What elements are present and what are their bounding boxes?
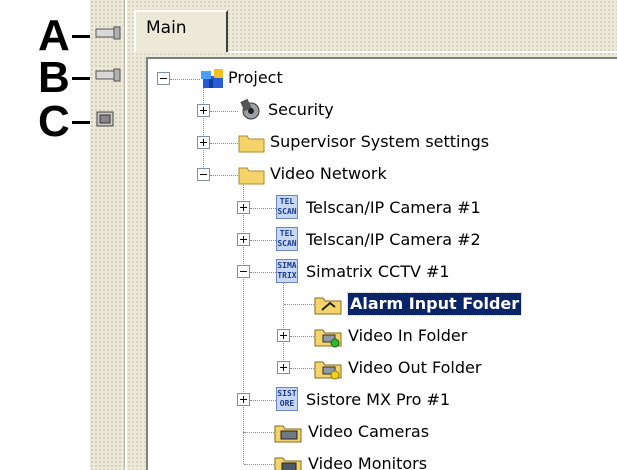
collapse-toggle[interactable] — [237, 265, 250, 278]
alarm-folder-icon — [314, 297, 342, 315]
video-monitors-folder-icon — [274, 457, 302, 470]
simatrix-icon: SIMA TRIX — [276, 259, 298, 283]
tab-strip-line — [228, 51, 617, 53]
expand-toggle[interactable] — [277, 361, 290, 374]
tab-main-label: Main — [146, 18, 187, 38]
annotation-line — [71, 76, 90, 80]
sistore-icon: SIST ORE — [276, 387, 298, 411]
tree-item-alarm-input-folder[interactable]: Alarm Input Folder — [346, 292, 523, 316]
annotation-letter-b: B — [38, 53, 70, 102]
annotation-line — [71, 34, 90, 38]
project-icon — [201, 69, 223, 88]
folder-icon — [238, 167, 265, 185]
video-out-folder-icon — [314, 361, 342, 380]
monitor-button-icon[interactable] — [96, 111, 114, 129]
tree-item-video-monitors[interactable]: Video Monitors — [308, 453, 427, 470]
annotation-letter-a: A — [38, 11, 70, 60]
tree-item-project[interactable]: Project — [228, 67, 283, 89]
expand-toggle[interactable] — [237, 393, 250, 406]
security-icon — [240, 98, 260, 120]
tree-item-telscan-1[interactable]: Telscan/IP Camera #1 — [306, 197, 481, 219]
collapse-toggle[interactable] — [157, 72, 170, 85]
annotation-c: C — [38, 100, 90, 144]
folder-icon — [238, 135, 265, 153]
tree-item-video-network[interactable]: Video Network — [270, 163, 387, 185]
telscan-icon: TEL SCAN — [276, 227, 298, 251]
annotation-line — [71, 120, 90, 124]
tree-item-video-cameras[interactable]: Video Cameras — [308, 421, 429, 443]
annotation-letter-c: C — [38, 97, 70, 146]
expand-toggle[interactable] — [277, 329, 290, 342]
video-cameras-folder-icon — [274, 425, 302, 443]
tree-item-simatrix[interactable]: Simatrix CCTV #1 — [306, 261, 450, 283]
camera-button-icon[interactable] — [94, 26, 122, 40]
annotation-a: A — [38, 14, 90, 58]
collapse-toggle[interactable] — [197, 168, 210, 181]
tree-item-supervisor-settings[interactable]: Supervisor System settings — [270, 131, 489, 153]
tree-item-sistore[interactable]: Sistore MX Pro #1 — [306, 389, 450, 411]
expand-toggle[interactable] — [237, 201, 250, 214]
expand-toggle[interactable] — [237, 233, 250, 246]
tree-item-video-in-folder[interactable]: Video In Folder — [348, 325, 467, 347]
telscan-icon: TEL SCAN — [276, 195, 298, 219]
tree-item-security[interactable]: Security — [268, 99, 334, 121]
tree-item-video-out-folder[interactable]: Video Out Folder — [348, 357, 481, 379]
expand-toggle[interactable] — [197, 136, 210, 149]
tree-guide-line — [203, 87, 204, 177]
tree-guide-line — [283, 279, 284, 364]
camera-button-icon[interactable] — [94, 68, 122, 82]
expand-toggle[interactable] — [197, 104, 210, 117]
tab-main[interactable]: Main — [134, 10, 228, 52]
video-in-folder-icon — [314, 329, 342, 348]
tree-item-telscan-2[interactable]: Telscan/IP Camera #2 — [306, 229, 481, 251]
tree-view[interactable]: Project Security Supervisor System setti… — [146, 57, 617, 470]
annotation-b: B — [38, 56, 90, 100]
